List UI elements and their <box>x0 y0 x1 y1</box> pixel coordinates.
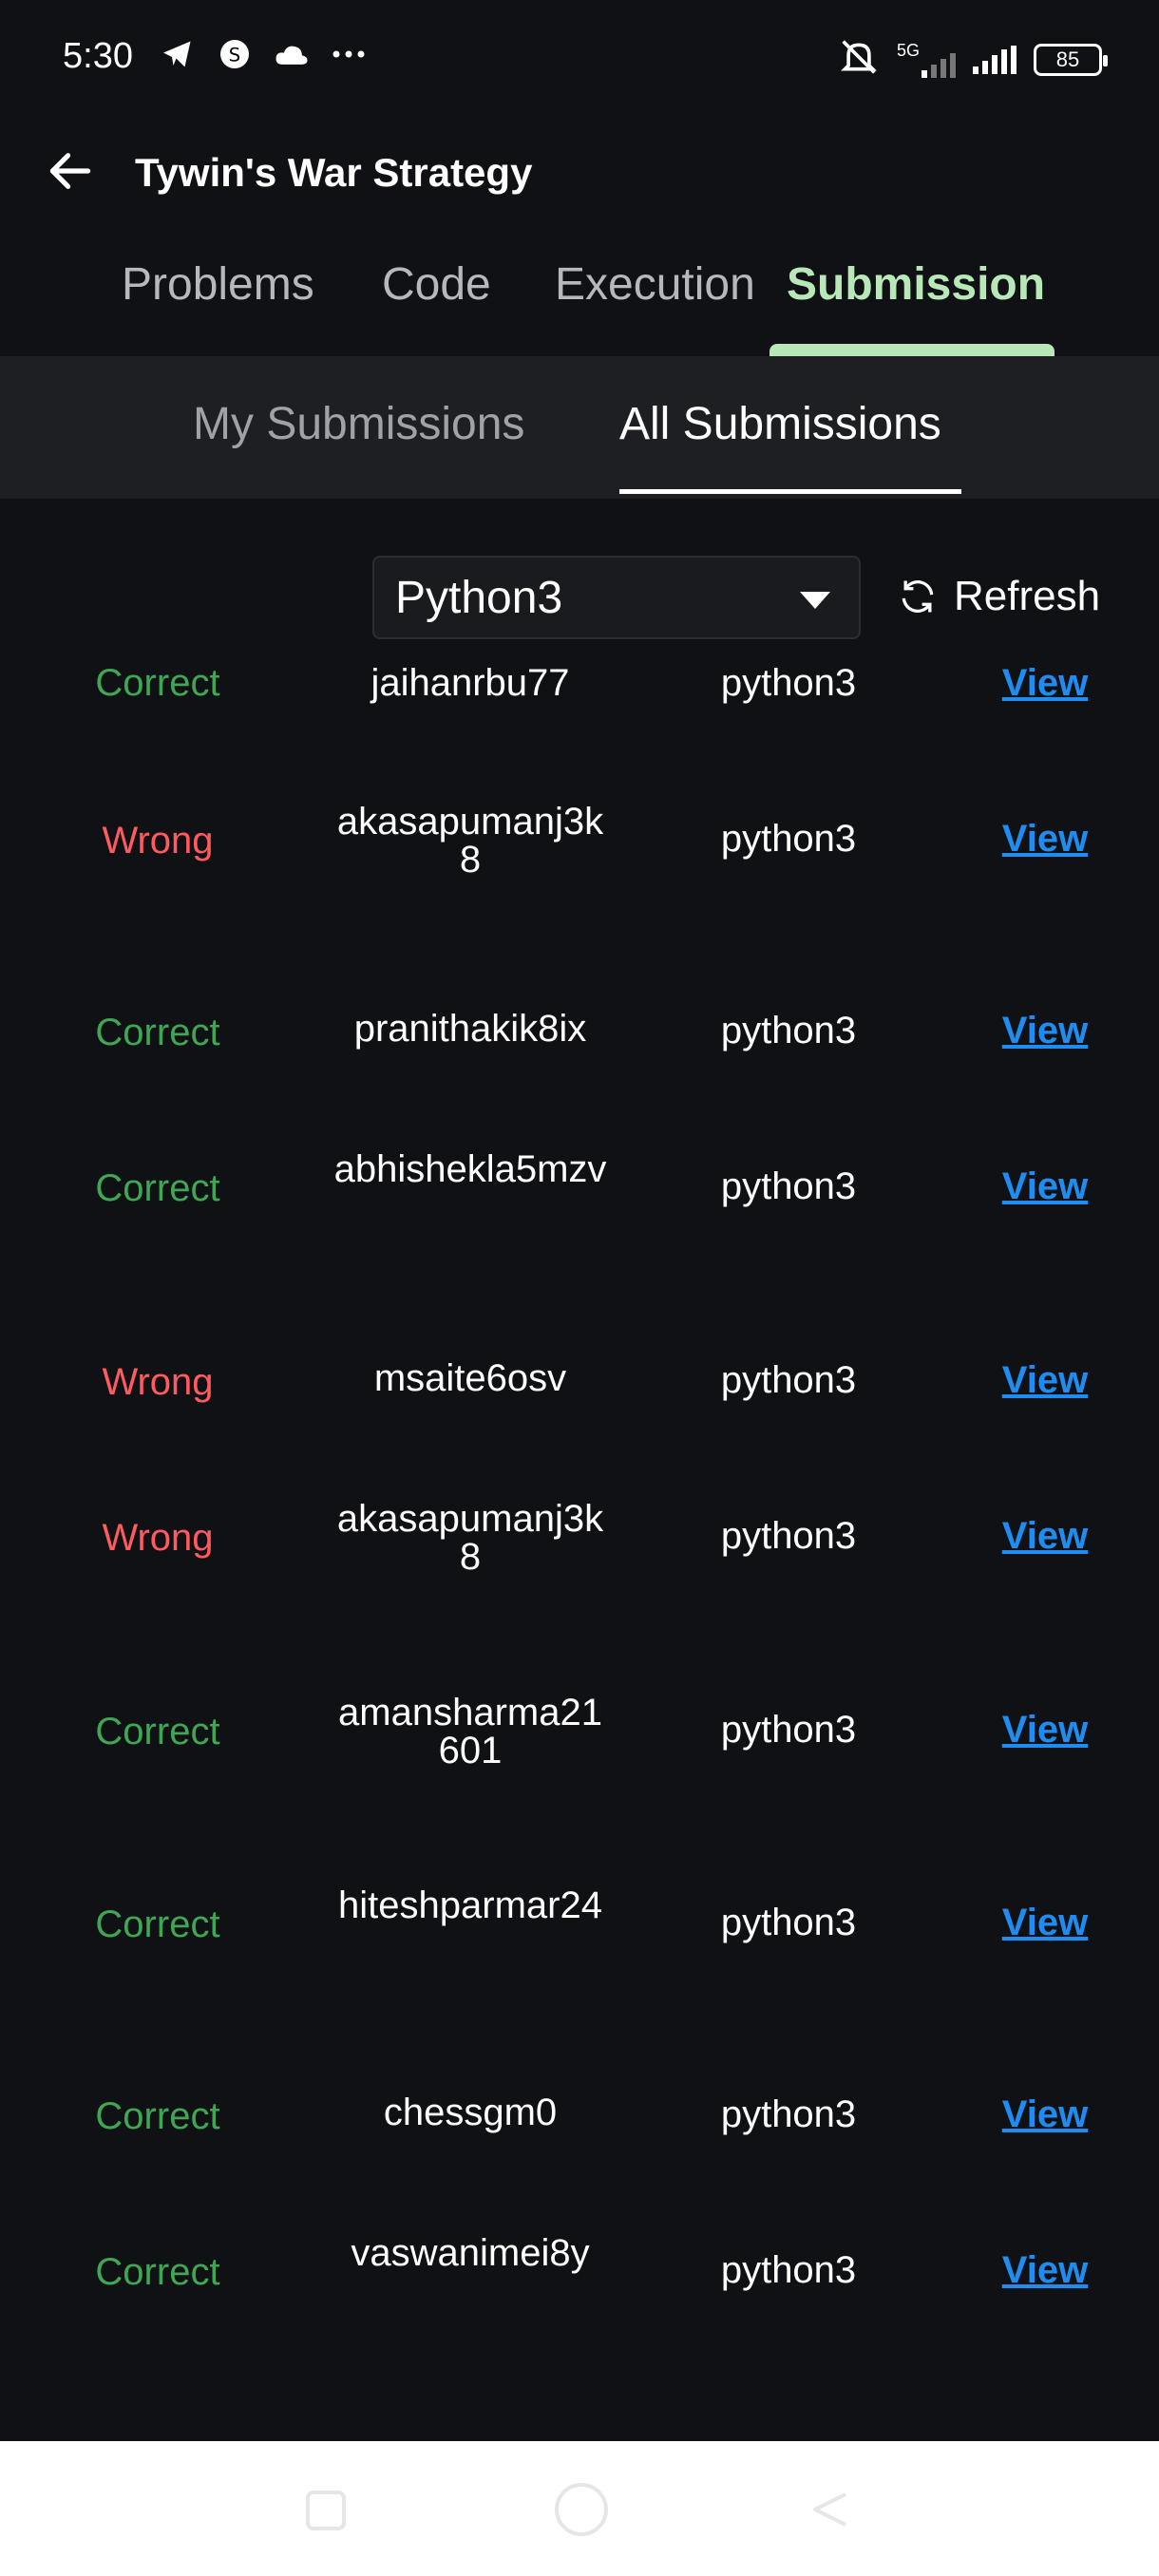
submission-language: python3 <box>720 1515 857 1557</box>
back-button[interactable] <box>44 144 97 198</box>
submission-language: python3 <box>720 1165 857 1207</box>
submission-language: python3 <box>720 662 857 704</box>
table-row: Wrong msaite6osv python3 View <box>0 1359 1159 1515</box>
status-time: 5:30 <box>63 36 133 76</box>
submission-status: Correct <box>95 1012 220 1053</box>
language-select[interactable]: Python3 <box>372 556 861 639</box>
table-row: Correct chessgm0 python3 View <box>0 2093 1159 2249</box>
main-tabs: Problems Code Execution Submission <box>0 237 1159 357</box>
home-button[interactable] <box>555 2483 608 2536</box>
submission-user: vaswanimei8y <box>351 2232 590 2274</box>
view-link[interactable]: View <box>978 664 1112 702</box>
tab-all-submissions[interactable]: All Submissions <box>619 398 941 450</box>
arrow-left-icon <box>49 153 91 189</box>
submission-language: python3 <box>720 1359 857 1401</box>
more-dots-icon <box>331 36 367 72</box>
signal-5g-icon: 5G <box>897 41 956 78</box>
submission-user: pranithakik8ix <box>353 1008 587 1050</box>
view-link[interactable]: View <box>978 1711 1112 1749</box>
tab-my-submissions[interactable]: My Submissions <box>193 398 524 450</box>
table-row: Correct jaihanrbu77 python3 View <box>0 660 1159 749</box>
submission-sub-tabs: My Submissions All Submissions <box>0 356 1159 499</box>
submission-language: python3 <box>720 1010 857 1051</box>
view-link[interactable]: View <box>978 2251 1112 2289</box>
view-link[interactable]: View <box>978 820 1112 858</box>
svg-text:S: S <box>229 45 240 66</box>
view-link[interactable]: View <box>978 1517 1112 1555</box>
shazam-icon: S <box>217 36 253 72</box>
filter-bar: Python3 Refresh <box>0 508 1159 660</box>
table-row: Wrong akasapumanj3k8 python3 View <box>0 803 1159 955</box>
view-link[interactable]: View <box>978 1012 1112 1050</box>
battery-level: 85 <box>1055 47 1080 71</box>
tab-submission[interactable]: Submission <box>787 258 1045 311</box>
submission-user: amansharma21601 <box>338 1692 602 1771</box>
page-title: Tywin's War Strategy <box>135 150 533 195</box>
submission-status: Correct <box>95 2251 220 2293</box>
battery-icon: 85 <box>1034 43 1108 76</box>
submissions-list[interactable]: Correct jaihanrbu77 python3 View Wrong a… <box>0 660 1159 2441</box>
caret-down-icon <box>800 592 830 609</box>
table-row: Correct amansharma21601 python3 View <box>0 1694 1159 1846</box>
submission-language: python3 <box>720 1709 857 1751</box>
signal-icon <box>973 45 1016 74</box>
submission-status: Wrong <box>102 820 214 862</box>
sub-tab-indicator <box>619 489 961 494</box>
refresh-button[interactable]: Refresh <box>897 573 1100 620</box>
submission-status: Correct <box>95 1711 220 1752</box>
submission-user: abhishekla5mzv <box>333 1148 607 1190</box>
submission-user: hiteshparmar24 <box>338 1885 602 1926</box>
view-link[interactable]: View <box>978 2095 1112 2133</box>
app-header: Tywin's War Strategy <box>0 123 1159 218</box>
table-row: Correct abhishekla5mzv python3 View <box>0 1150 1159 1302</box>
tab-code[interactable]: Code <box>382 258 491 311</box>
submission-language: python3 <box>720 818 857 860</box>
submission-status: Wrong <box>102 1517 214 1559</box>
view-link[interactable]: View <box>978 1361 1112 1399</box>
submission-status: Correct <box>95 1904 220 1945</box>
view-link[interactable]: View <box>978 1904 1112 1941</box>
submission-user: akasapumanj3k8 <box>336 1498 604 1578</box>
tab-problems[interactable]: Problems <box>122 258 314 311</box>
recents-button[interactable] <box>306 2491 346 2530</box>
status-notification-icons: S <box>160 36 367 72</box>
status-system-icons: 5G 85 <box>838 38 1108 81</box>
tab-execution[interactable]: Execution <box>555 258 755 311</box>
submission-user: akasapumanj3k8 <box>336 801 604 881</box>
table-row: Correct vaswanimei8y python3 View <box>0 2234 1159 2386</box>
submission-language: python3 <box>720 1902 857 1943</box>
language-select-value: Python3 <box>395 572 563 623</box>
network-label: 5G <box>896 41 920 60</box>
submission-status: Wrong <box>102 1361 214 1403</box>
submission-language: python3 <box>720 2249 857 2291</box>
submission-status: Correct <box>95 1167 220 1209</box>
telegram-icon <box>160 36 196 72</box>
mute-icon <box>838 38 880 81</box>
cloud-icon <box>274 36 310 72</box>
system-nav-bar <box>0 2441 1159 2576</box>
back-triangle-icon <box>813 2492 846 2527</box>
submission-user: msaite6osv <box>373 1357 567 1399</box>
status-bar: 5:30 S 5G 85 <box>0 0 1159 114</box>
submission-status: Correct <box>95 662 220 704</box>
view-link[interactable]: View <box>978 1167 1112 1205</box>
active-tab-indicator <box>770 344 1054 357</box>
submission-language: python3 <box>720 2093 857 2135</box>
table-row: Correct pranithakik8ix python3 View <box>0 1008 1159 1165</box>
refresh-label: Refresh <box>954 573 1101 619</box>
submission-status: Correct <box>95 2095 220 2137</box>
table-row: Correct hiteshparmar24 python3 View <box>0 1886 1159 2038</box>
system-back-button[interactable] <box>808 2487 853 2532</box>
refresh-icon <box>902 580 934 613</box>
submission-user: jaihanrbu77 <box>370 662 570 704</box>
table-row: Wrong akasapumanj3k8 python3 View <box>0 1500 1159 1652</box>
submission-user: chessgm0 <box>383 2092 558 2133</box>
